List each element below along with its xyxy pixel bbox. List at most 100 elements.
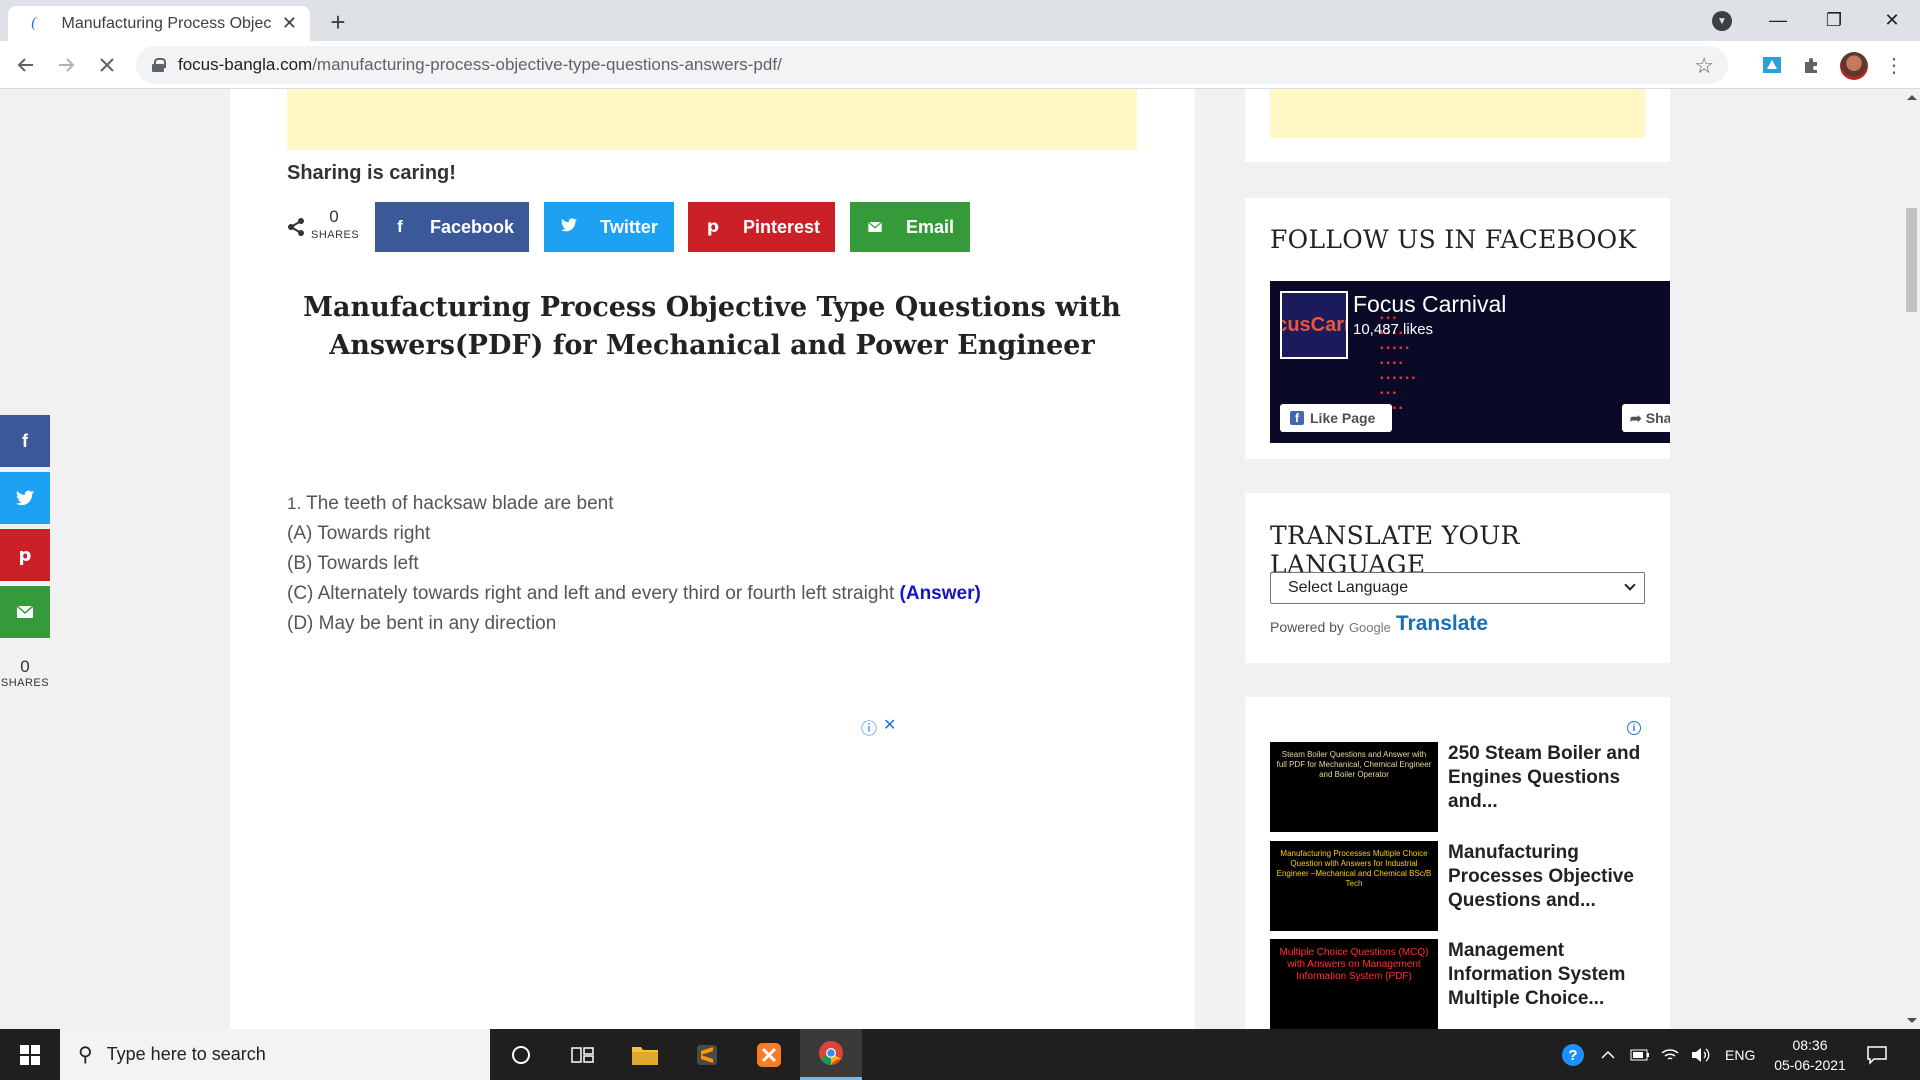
url-path: /manufacturing-process-objective-type-qu…: [312, 55, 782, 74]
extensions-puzzle-icon[interactable]: [1800, 53, 1824, 77]
profile-avatar[interactable]: [1840, 52, 1868, 80]
notification-center-icon[interactable]: [1866, 1029, 1888, 1080]
related-post-item[interactable]: Manufacturing Processes Multiple Choice …: [1270, 841, 1645, 931]
start-button[interactable]: [0, 1029, 60, 1080]
powered-by-google: Powered by Google Translate: [1270, 613, 1488, 636]
float-pinterest-button[interactable]: 𝗽: [0, 529, 50, 581]
wifi-icon[interactable]: [1660, 1029, 1680, 1080]
stop-icon: [100, 58, 114, 72]
question-number: 1.: [287, 494, 302, 513]
google-logo: Google: [1348, 620, 1391, 635]
taskbar-search[interactable]: ⚲ Type here to search: [60, 1029, 490, 1080]
share-twitter-button[interactable]: Twitter: [544, 202, 674, 252]
file-explorer-icon[interactable]: [614, 1029, 676, 1080]
ad-info-icon[interactable]: ⓘ: [861, 715, 877, 739]
extension-icon[interactable]: [1760, 53, 1784, 77]
related-post-item[interactable]: Multiple Choice Questions (MCQ) with Ans…: [1270, 939, 1645, 1029]
page-viewport: f 𝗽 0 SHARES Sharing is caring! 0 SHARES…: [0, 89, 1903, 1029]
tab-strip: ( Manufacturing Process Objective ✕ + ▼ …: [0, 0, 1920, 41]
pinterest-icon: 𝗽: [706, 217, 720, 236]
floating-share-bar: f 𝗽: [0, 415, 50, 643]
language-indicator[interactable]: ENG: [1725, 1029, 1755, 1080]
facebook-likes-count: 10,487 likes: [1353, 321, 1434, 338]
ad-info-icon[interactable]: i: [1627, 721, 1641, 735]
lock-icon: [152, 58, 166, 72]
facebook-icon: f: [397, 217, 403, 236]
browser-tab[interactable]: ( Manufacturing Process Objective ✕: [8, 6, 310, 41]
address-bar[interactable]: focus-bangla.com/manufacturing-process-o…: [136, 46, 1728, 84]
scroll-up-arrow-icon[interactable]: [1907, 95, 1917, 100]
taskbar-clock[interactable]: 08:36 05-06-2021: [1765, 1035, 1855, 1075]
xampp-icon[interactable]: [738, 1029, 800, 1080]
facebook-logo-icon: f: [1290, 411, 1304, 425]
share-count-label: SHARES: [311, 229, 360, 241]
twitter-icon: [544, 217, 594, 237]
facebook-icon: f: [22, 430, 28, 451]
sidebar-ad-widget: [1245, 89, 1670, 162]
sublime-text-icon[interactable]: [676, 1029, 738, 1080]
related-post-item[interactable]: Steam Boiler Questions and Answer with f…: [1270, 742, 1645, 832]
related-post-thumbnail[interactable]: Steam Boiler Questions and Answer with f…: [1270, 742, 1438, 832]
volume-icon[interactable]: [1690, 1029, 1712, 1080]
tab-close-icon[interactable]: ✕: [279, 13, 300, 35]
facebook-page-thumbnail[interactable]: cusCarr: [1280, 291, 1348, 359]
new-tab-button[interactable]: +: [322, 6, 354, 38]
facebook-page-embed[interactable]: ▪ ▪ ▪ ▪ ▪ ▪ ▪ ▪ ▪ ▪ ▪ ▪ ▪ ▪ ▪ ▪ ▪ ▪ ▪ ▪ ▪ ▪ ▪…: [1270, 281, 1670, 443]
powered-by-label: Powered by: [1270, 619, 1344, 635]
help-icon[interactable]: ?: [1560, 1029, 1586, 1080]
language-select[interactable]: Select Language: [1270, 572, 1645, 604]
minimize-button[interactable]: —: [1750, 0, 1806, 41]
translate-widget-title: TRANSLATE YOUR LANGUAGE: [1270, 521, 1520, 579]
related-posts-widget: i Steam Boiler Questions and Answer with…: [1245, 697, 1670, 1029]
bookmark-star-icon[interactable]: ☆: [1694, 53, 1714, 79]
back-button[interactable]: [10, 49, 42, 81]
chrome-taskbar-icon[interactable]: [800, 1029, 862, 1080]
share-email-label: Email: [905, 216, 955, 237]
question-stem: The teeth of hacksaw blade are bent: [306, 493, 614, 514]
share-pinterest-button[interactable]: 𝗽 Pinterest: [688, 202, 835, 252]
related-post-thumbnail[interactable]: Multiple Choice Questions (MCQ) with Ans…: [1270, 939, 1438, 1029]
browser-menu-icon[interactable]: ⋮: [1884, 53, 1904, 77]
battery-icon[interactable]: [1630, 1029, 1650, 1080]
cortana-icon[interactable]: [490, 1029, 552, 1080]
task-view-icon[interactable]: [552, 1029, 614, 1080]
article-card: Sharing is caring! 0 SHARES f Facebook T…: [230, 89, 1195, 1029]
forward-button[interactable]: [50, 49, 82, 81]
related-post-title[interactable]: Management Information System Multiple C…: [1448, 939, 1648, 1011]
scroll-down-arrow-icon[interactable]: [1907, 1018, 1917, 1023]
question-block: 1. The teeth of hacksaw blade are bent (…: [287, 489, 981, 639]
float-facebook-button[interactable]: f: [0, 415, 50, 467]
facebook-like-page-button[interactable]: f Like Page: [1280, 404, 1392, 432]
share-email-button[interactable]: Email: [850, 202, 970, 252]
float-twitter-button[interactable]: [0, 472, 50, 524]
facebook-page-name[interactable]: Focus Carnival: [1353, 291, 1506, 318]
related-post-title[interactable]: Manufacturing Processes Objective Questi…: [1448, 841, 1648, 913]
tab-search-icon[interactable]: ▼: [1712, 11, 1732, 31]
close-window-button[interactable]: ✕: [1864, 0, 1920, 41]
tab-title: Manufacturing Process Objective: [61, 14, 271, 32]
option-c: (C) Alternately towards right and left a…: [287, 579, 981, 609]
related-post-thumbnail[interactable]: Manufacturing Processes Multiple Choice …: [1270, 841, 1438, 931]
ad-close-icon[interactable]: ✕: [883, 715, 896, 739]
facebook-share-label: Sha: [1645, 410, 1670, 426]
translate-link[interactable]: Translate: [1396, 613, 1488, 635]
ad-choices[interactable]: ⓘ ✕: [861, 715, 896, 739]
search-icon: ⚲: [78, 1044, 93, 1066]
related-post-title[interactable]: 250 Steam Boiler and Engines Questions a…: [1448, 742, 1648, 814]
pinterest-icon: 𝗽: [18, 544, 32, 565]
question-text: 1. The teeth of hacksaw blade are bent: [287, 489, 981, 519]
clock-date: 05-06-2021: [1774, 1057, 1846, 1073]
language-select-value: Select Language: [1288, 579, 1409, 596]
email-icon: [850, 217, 900, 237]
chevron-down-icon: [1624, 579, 1636, 591]
like-page-label: Like Page: [1310, 410, 1376, 426]
scrollbar-thumb[interactable]: [1906, 208, 1917, 312]
share-facebook-button[interactable]: f Facebook: [375, 202, 529, 252]
stop-loading-button[interactable]: [91, 49, 123, 81]
restore-button[interactable]: ❐: [1806, 0, 1862, 41]
url-host: focus-bangla.com: [178, 55, 313, 74]
vertical-scrollbar[interactable]: [1903, 89, 1920, 1029]
tray-chevron-up-icon[interactable]: [1600, 1029, 1616, 1080]
float-email-button[interactable]: [0, 586, 50, 638]
facebook-share-button[interactable]: ➦ Sha: [1622, 404, 1670, 432]
